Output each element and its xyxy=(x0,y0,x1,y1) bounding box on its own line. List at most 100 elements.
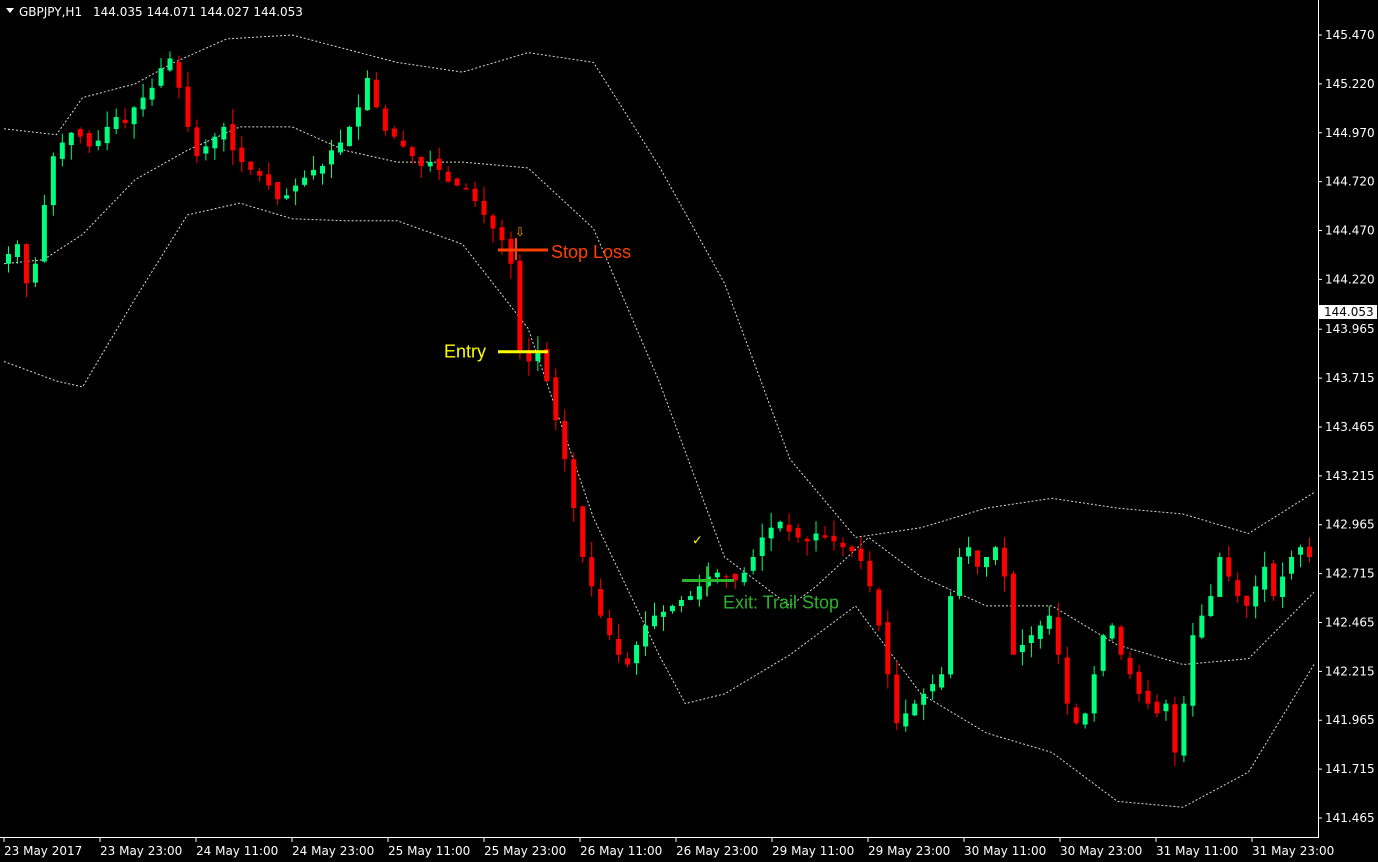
bear-candle xyxy=(436,158,442,170)
bull-candle xyxy=(957,557,963,596)
bull-candle xyxy=(678,600,684,606)
bear-candle xyxy=(723,576,729,578)
bull-candle xyxy=(1298,547,1304,555)
bull-candle xyxy=(68,132,74,146)
bull-candle xyxy=(1046,615,1052,629)
bear-candle xyxy=(86,133,92,147)
bear-candle xyxy=(849,546,855,552)
bear-candle xyxy=(553,377,559,421)
dropdown-triangle-icon[interactable] xyxy=(6,8,14,13)
price-tick-label: 144.220 xyxy=(1325,272,1375,286)
bull-candle xyxy=(1208,596,1214,617)
bear-candle xyxy=(795,527,801,538)
bear-candle xyxy=(1154,701,1160,714)
bear-candle xyxy=(481,200,487,215)
bull-candle xyxy=(50,156,56,206)
price-tick-label: 144.720 xyxy=(1325,175,1375,189)
bear-candle xyxy=(975,550,981,567)
time-tick-label: 24 May 11:00 xyxy=(196,844,278,858)
chart-window[interactable]: Stop Loss ⇩ Entry Exit: Trail Stop ✓ GBPJPY,… xyxy=(0,0,1378,862)
bull-candle xyxy=(948,596,954,675)
band-lower xyxy=(3,202,1315,808)
bear-candle xyxy=(77,129,83,137)
bull-candle xyxy=(1262,566,1268,590)
bull-candle xyxy=(1199,615,1205,638)
bull-candle xyxy=(912,703,918,716)
bear-candle xyxy=(239,147,245,163)
bear-candle xyxy=(1307,546,1313,557)
bear-candle xyxy=(1064,657,1070,704)
bull-candle xyxy=(759,537,765,556)
bull-candle xyxy=(32,263,38,283)
bear-candle xyxy=(1226,557,1232,577)
sell-arrow-icon: ⇩ xyxy=(515,225,525,239)
price-tick-label: 141.465 xyxy=(1325,811,1375,825)
bull-candle xyxy=(687,596,693,600)
bear-candle xyxy=(1010,573,1016,655)
bear-candle xyxy=(786,524,792,532)
bull-candle xyxy=(1280,576,1286,597)
bull-candle xyxy=(1109,625,1115,639)
bull-candle xyxy=(320,165,326,174)
price-tick-label: 141.965 xyxy=(1325,713,1375,727)
bear-candle xyxy=(230,124,236,151)
price-tick-label: 141.715 xyxy=(1325,762,1375,776)
bull-candle xyxy=(149,87,155,100)
bear-candle xyxy=(1001,547,1007,577)
bear-candle xyxy=(445,171,451,182)
bull-candle xyxy=(167,58,173,71)
bull-candle xyxy=(643,625,649,647)
price-tick-label: 142.215 xyxy=(1325,664,1375,678)
time-tick-label: 31 May 11:00 xyxy=(1156,844,1238,858)
price-tick-label: 144.970 xyxy=(1325,126,1375,140)
bull-candle xyxy=(131,107,137,125)
bear-candle xyxy=(373,79,379,108)
time-tick-label: 26 May 11:00 xyxy=(580,844,662,858)
bull-candle xyxy=(930,684,936,692)
bull-candle xyxy=(1028,635,1034,644)
bull-candle xyxy=(337,142,343,153)
bull-candle xyxy=(41,205,47,262)
bear-candle xyxy=(1118,626,1124,655)
time-tick-label: 25 May 23:00 xyxy=(484,844,566,858)
bull-candle xyxy=(14,244,20,257)
bear-candle xyxy=(1235,580,1241,597)
price-tick-label: 145.220 xyxy=(1325,77,1375,91)
bull-candle xyxy=(634,644,640,664)
bull-candle xyxy=(311,169,317,176)
bear-candle xyxy=(400,140,406,147)
price-tick-label: 144.470 xyxy=(1325,224,1375,238)
stop-loss-label: Stop Loss xyxy=(551,242,631,262)
price-chart[interactable]: Stop Loss ⇩ Entry Exit: Trail Stop ✓ GBPJPY,… xyxy=(0,0,1378,862)
bear-candle xyxy=(831,535,837,542)
time-tick-label: 30 May 11:00 xyxy=(964,844,1046,858)
bear-candle xyxy=(840,542,846,548)
time-tick-label: 29 May 11:00 xyxy=(772,844,854,858)
bull-candle xyxy=(203,146,209,154)
exit-label: Exit: Trail Stop xyxy=(723,592,839,612)
price-tick-label: 145.470 xyxy=(1325,28,1375,42)
bull-candle xyxy=(1037,625,1043,639)
symbol-label: GBPJPY,H1 xyxy=(19,5,82,19)
bear-candle xyxy=(589,557,595,587)
bull-candle xyxy=(1163,703,1169,712)
price-axis: 145.470 145.220 144.970 144.720 144.470 144.2… xyxy=(1318,28,1377,825)
bear-candle xyxy=(248,161,254,170)
bear-candle xyxy=(418,156,424,166)
bear-candle xyxy=(544,349,550,382)
bull-candle xyxy=(158,68,164,86)
bull-candle xyxy=(669,605,675,612)
time-tick-label: 29 May 23:00 xyxy=(868,844,950,858)
bull-candle xyxy=(1181,703,1187,756)
band-upper xyxy=(3,34,1315,538)
price-tick-label: 143.215 xyxy=(1325,469,1375,483)
bull-candle xyxy=(750,557,756,571)
time-tick-label: 23 May 2017 xyxy=(4,844,82,858)
bull-candle xyxy=(5,253,11,264)
bull-candle xyxy=(346,126,352,147)
bear-candle xyxy=(122,119,128,123)
bull-candle xyxy=(212,136,218,149)
bear-candle xyxy=(499,227,505,241)
check-icon: ✓ xyxy=(692,533,703,548)
bull-candle xyxy=(140,97,146,110)
